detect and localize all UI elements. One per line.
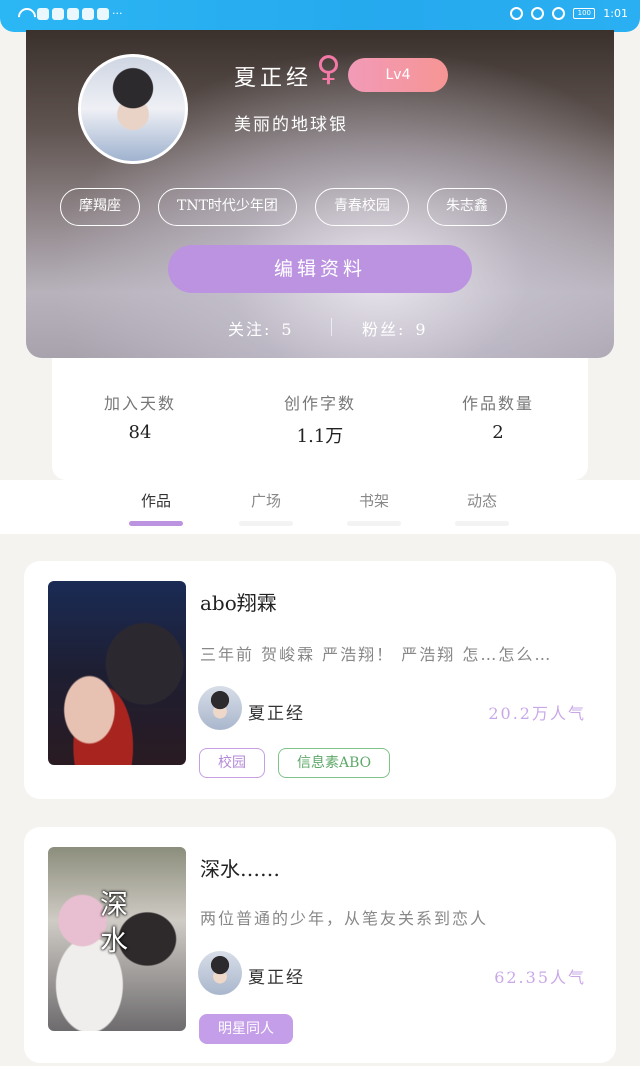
battery-icon: 100	[573, 8, 596, 19]
user-name: 夏正经	[234, 66, 313, 91]
author-name[interactable]: 夏正经	[248, 699, 305, 724]
work-description: 三年前 贺峻霖 严浩翔！ 严浩翔 怎…怎么…	[200, 645, 553, 664]
weibo-icon	[37, 7, 49, 20]
tab-indicator	[239, 521, 293, 526]
tab-indicator	[347, 521, 401, 526]
fans-label: 粉丝:	[362, 320, 406, 339]
tab-bookshelf[interactable]: 书架	[344, 490, 404, 526]
stat-value: 1.1万	[296, 426, 344, 447]
edit-profile-button[interactable]: 编辑资料	[168, 245, 472, 293]
tab-label: 广场	[250, 492, 281, 510]
work-description: 两位普通的少年，从笔友关系到恋人	[200, 909, 489, 928]
work-card[interactable]: abo翔霖 三年前 贺峻霖 严浩翔！ 严浩翔 怎…怎么… 夏正经 20.2万人气…	[24, 561, 616, 799]
tab-indicator	[129, 521, 183, 526]
stat-label: 创作字数	[283, 394, 356, 413]
fans-value: 9	[415, 320, 428, 339]
work-tag[interactable]: 明星同人	[199, 1014, 293, 1044]
tab-label: 书架	[358, 492, 389, 510]
cover-text: 深 水	[100, 888, 129, 957]
work-popularity: 20.2万人气	[488, 704, 586, 723]
wifi-icon	[16, 8, 34, 20]
female-gender-icon: ♀	[316, 49, 341, 89]
location-icon	[82, 7, 94, 20]
alarm-icon	[531, 7, 545, 20]
avatar[interactable]	[78, 54, 188, 164]
stat-label: 作品数量	[461, 394, 534, 413]
profile-tag[interactable]: TNT时代少年团	[158, 188, 297, 226]
profile-tag[interactable]: 摩羯座	[60, 188, 140, 226]
level-badge: Lv4	[348, 58, 448, 92]
status-bar-right: 100 1:01	[510, 7, 628, 20]
tab-square[interactable]: 广场	[236, 490, 296, 526]
following-value: 5	[281, 320, 294, 339]
tab-bar: 作品 广场 书架 动态	[0, 480, 640, 534]
tab-indicator	[455, 521, 509, 526]
fans-count[interactable]: 粉丝: 9	[362, 316, 428, 340]
work-popularity: 62.35人气	[494, 968, 586, 987]
stat-work-count: 作品数量 2	[418, 390, 578, 443]
follow-divider	[331, 318, 332, 336]
eye-icon	[510, 7, 524, 20]
author-avatar[interactable]	[198, 686, 242, 730]
work-tag[interactable]: 校园	[199, 748, 265, 778]
user-motto: 美丽的地球银	[234, 115, 348, 135]
status-bar-left: ···	[16, 7, 123, 20]
stat-label: 加入天数	[103, 394, 176, 413]
stat-word-count: 创作字数 1.1万	[240, 390, 400, 448]
work-tag[interactable]: 信息素ABO	[278, 748, 391, 778]
profile-header: 夏正经 ♀ Lv4 美丽的地球银 摩羯座 TNT时代少年团 青春校园 朱志鑫 编…	[26, 30, 614, 358]
profile-tag[interactable]: 青春校园	[314, 188, 409, 226]
work-cover-image[interactable]	[48, 581, 186, 765]
tab-works[interactable]: 作品	[126, 490, 186, 526]
stat-join-days: 加入天数 84	[60, 390, 220, 443]
stats-card: 加入天数 84 创作字数 1.1万 作品数量 2	[52, 358, 588, 480]
following-label: 关注:	[228, 320, 272, 339]
gallery-icon	[52, 7, 64, 20]
browser-icon	[67, 7, 79, 20]
mute-icon	[552, 7, 566, 20]
profile-tag[interactable]: 朱志鑫	[426, 188, 507, 226]
clock: 1:01	[603, 7, 628, 20]
app-icon	[97, 7, 109, 20]
tab-label: 动态	[466, 492, 497, 510]
profile-tags: 摩羯座 TNT时代少年团 青春校园 朱志鑫	[60, 188, 507, 226]
author-avatar[interactable]	[198, 951, 242, 995]
author-name[interactable]: 夏正经	[248, 963, 305, 988]
stat-value: 2	[492, 422, 504, 443]
stat-value: 84	[128, 422, 152, 443]
status-bar: ··· 100 1:01	[0, 0, 640, 32]
tab-activity[interactable]: 动态	[452, 490, 512, 526]
work-cover-image[interactable]: 深 水	[48, 847, 186, 1031]
follow-stats: 关注: 5 粉丝: 9	[26, 316, 614, 340]
tab-label: 作品	[140, 492, 171, 510]
work-card[interactable]: 深 水 深水…… 两位普通的少年，从笔友关系到恋人 夏正经 62.35人气 明星…	[24, 827, 616, 1063]
following-count[interactable]: 关注: 5	[228, 316, 294, 340]
work-title[interactable]: abo翔霖	[200, 587, 277, 616]
work-title[interactable]: 深水……	[200, 853, 280, 882]
overflow-indicator: ···	[112, 7, 123, 20]
